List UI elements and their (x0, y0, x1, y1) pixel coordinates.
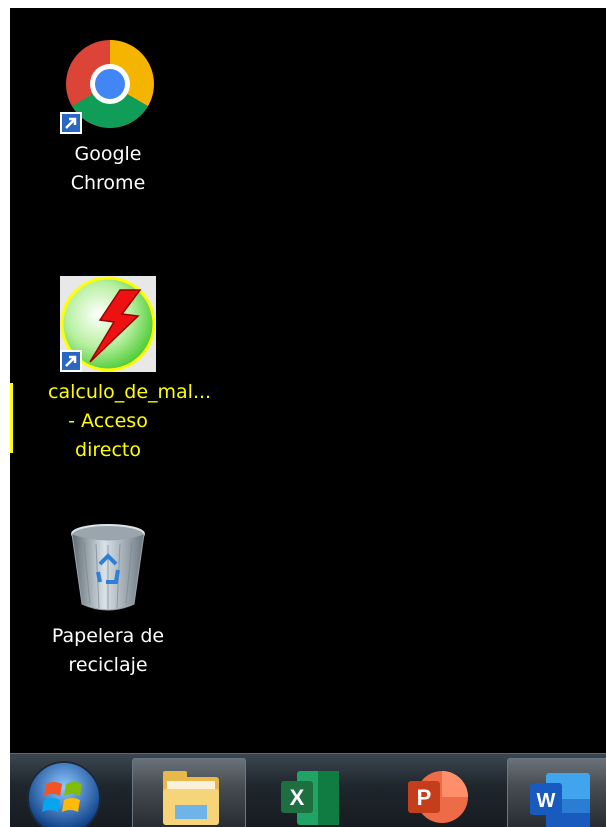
word-icon: W (530, 773, 590, 827)
start-button[interactable] (24, 758, 104, 827)
powerpoint-glyph: P (417, 785, 432, 810)
powerpoint-icon: P (408, 771, 468, 823)
desktop-icon-calculo-shortcut[interactable]: calculo_de_mal... - Acceso directo (48, 276, 212, 465)
excel-glyph: X (290, 785, 305, 810)
taskbar-excel[interactable]: X (275, 761, 345, 827)
taskbar-powerpoint[interactable]: P (402, 761, 472, 827)
taskbar-word[interactable]: W (507, 758, 606, 827)
recycle-bin-icon (60, 520, 156, 616)
lightning-shortcut-icon (60, 276, 156, 372)
selection-marker (10, 383, 13, 453)
desktop-icon-label: Google Chrome (70, 143, 146, 194)
shortcut-arrow-icon (60, 350, 82, 372)
windows-logo-icon (27, 761, 101, 827)
taskbar-file-explorer[interactable] (132, 758, 246, 827)
word-glyph: W (537, 790, 556, 812)
desktop-icon-google-chrome[interactable]: Google Chrome (48, 38, 168, 198)
excel-icon: X (281, 771, 339, 825)
chrome-icon (60, 38, 156, 134)
desktop-icon-label: Papelera de reciclaje (51, 625, 165, 676)
desktop-icon-recycle-bin[interactable]: Papelera de reciclaje (48, 520, 168, 680)
shortcut-arrow-icon (60, 112, 82, 134)
desktop: Google Chrome calculo_de_mal... - Acceso… (10, 8, 606, 827)
desktop-icon-label: calculo_de_mal... - Acceso directo (48, 381, 212, 461)
taskbar: X P W (10, 753, 606, 827)
folder-icon (163, 771, 219, 825)
